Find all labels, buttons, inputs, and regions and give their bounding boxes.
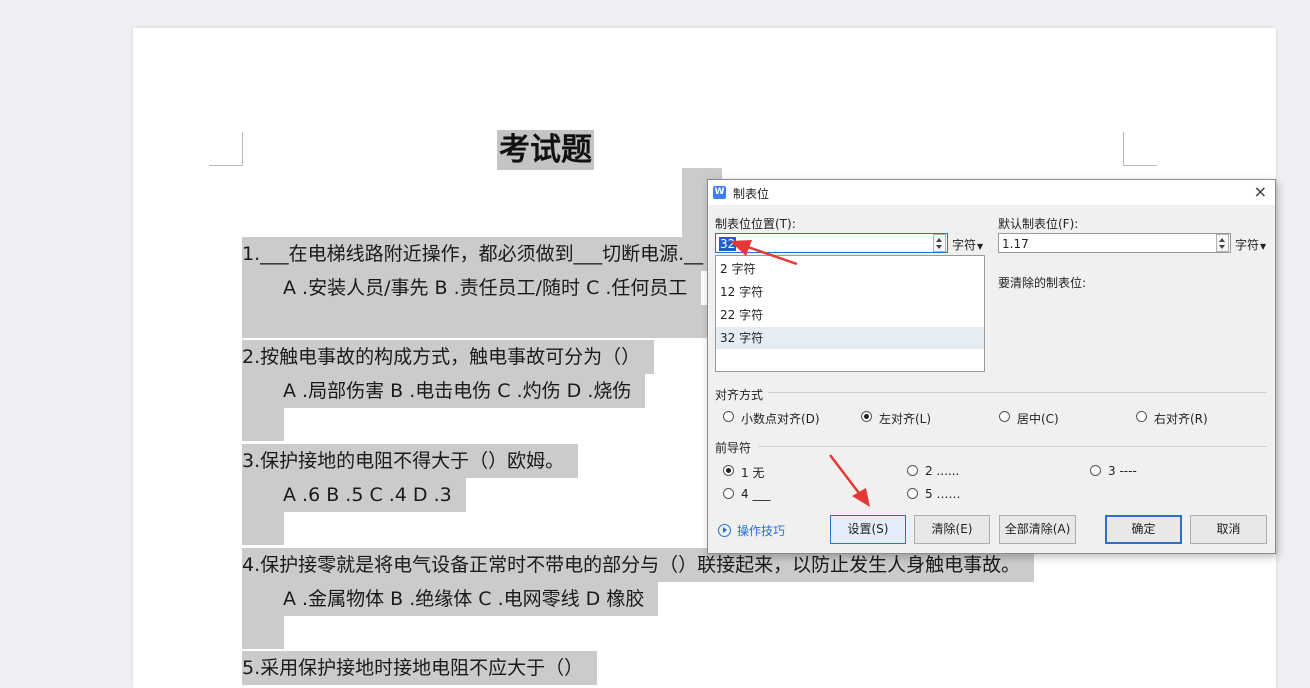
default-tab-label: 默认制表位(F):: [998, 217, 1079, 231]
tab-position-unit-dropdown[interactable]: 字符▼: [952, 236, 983, 253]
radio-label: 1 无: [741, 466, 765, 480]
default-tab-input[interactable]: 1.17: [998, 233, 1231, 253]
margin-corner-top-right: [1123, 132, 1157, 166]
radio-label: 居中(C): [1017, 412, 1059, 426]
question-options[interactable]: A .6 B .5 C .4 D .3: [242, 478, 466, 512]
list-item[interactable]: 32 字符: [716, 327, 984, 349]
tab-position-spinner[interactable]: [933, 234, 946, 252]
clear-all-button[interactable]: 全部清除(A): [999, 515, 1076, 544]
alignment-group-label: 对齐方式: [715, 388, 764, 402]
radio-leader-none[interactable]: [723, 465, 734, 476]
play-circle-icon: [718, 524, 731, 537]
radio-decimal[interactable]: [723, 411, 734, 422]
tabs-dialog: W 制表位 × 制表位位置(T): 32 字符▼ 2 字符 12 字符 22 字…: [707, 179, 1276, 554]
unit-label: 字符: [952, 238, 977, 252]
cancel-button[interactable]: 取消: [1190, 515, 1267, 544]
radio-right[interactable]: [1136, 411, 1147, 422]
default-tab-spinner[interactable]: [1216, 234, 1229, 252]
divider: [758, 446, 1267, 447]
question-stem[interactable]: 3.保护接地的电阻不得大于（）欧姆。: [242, 444, 579, 478]
question-stem[interactable]: 2.按触电事故的构成方式，触电事故可分为（）: [242, 340, 655, 374]
default-tab-unit-dropdown[interactable]: 字符▼: [1235, 236, 1266, 253]
radio-left[interactable]: [861, 411, 872, 422]
selection-blank-line: [242, 512, 284, 545]
caret-down-icon: ▼: [977, 242, 984, 251]
question-options[interactable]: A .局部伤害 B .电击电伤 C .灼伤 D .烧伤: [242, 374, 646, 408]
radio-center[interactable]: [999, 411, 1010, 422]
list-item[interactable]: 22 字符: [716, 304, 984, 326]
radio-label: 左对齐(L): [879, 412, 932, 426]
radio-label: 3 ----: [1108, 464, 1137, 478]
set-button[interactable]: 设置(S): [830, 515, 906, 544]
radio-label: 5 ……: [925, 487, 961, 501]
radio-leader-dots[interactable]: [907, 465, 918, 476]
radio-label: 4 ___: [741, 487, 771, 501]
tab-stop-list[interactable]: 2 字符 12 字符 22 字符 32 字符: [715, 255, 985, 372]
tab-position-value: 32: [719, 237, 737, 251]
dialog-titlebar[interactable]: W 制表位 ×: [708, 180, 1275, 205]
divider: [768, 392, 1267, 393]
question-stem[interactable]: 1.___在电梯线路附近操作，都必须做到___切断电源.__: [242, 237, 718, 271]
clear-button[interactable]: 清除(E): [914, 515, 990, 544]
radio-leader-underline[interactable]: [723, 488, 734, 499]
tips-link[interactable]: 操作技巧: [718, 522, 785, 539]
radio-leader-dashes[interactable]: [1090, 465, 1101, 476]
dialog-title: 制表位: [733, 187, 770, 201]
close-icon[interactable]: ×: [1254, 182, 1267, 201]
wps-writer-icon: W: [713, 186, 726, 199]
radio-label: 小数点对齐(D): [741, 412, 820, 426]
margin-corner-top-left: [209, 132, 243, 166]
selection-blank-line: [242, 616, 284, 649]
selection-blank-line: [242, 408, 284, 441]
leader-group-label: 前导符: [715, 441, 752, 455]
tips-label: 操作技巧: [737, 524, 786, 538]
document-title[interactable]: 考试题: [497, 130, 594, 170]
tab-position-input[interactable]: 32: [715, 233, 948, 253]
question-options[interactable]: A .金属物体 B .绝缘体 C .电网零线 D 橡胶: [242, 582, 659, 616]
radio-label: 右对齐(R): [1154, 412, 1208, 426]
list-item[interactable]: 12 字符: [716, 281, 984, 303]
list-item[interactable]: 2 字符: [716, 258, 984, 280]
selection-blank-line: [242, 305, 708, 338]
unit-label: 字符: [1235, 238, 1260, 252]
question-options[interactable]: A .安装人员/事先 B .责任员工/随时 C .任何员工: [242, 271, 702, 305]
radio-label: 2 ......: [925, 464, 960, 478]
question-stem[interactable]: 5.采用保护接地时接地电阻不应大于（）: [242, 651, 598, 685]
tab-position-label: 制表位位置(T):: [715, 217, 796, 231]
to-clear-label: 要清除的制表位:: [998, 276, 1087, 290]
caret-down-icon: ▼: [1260, 242, 1267, 251]
radio-leader-ellipsis[interactable]: [907, 488, 918, 499]
ok-button[interactable]: 确定: [1105, 515, 1182, 544]
